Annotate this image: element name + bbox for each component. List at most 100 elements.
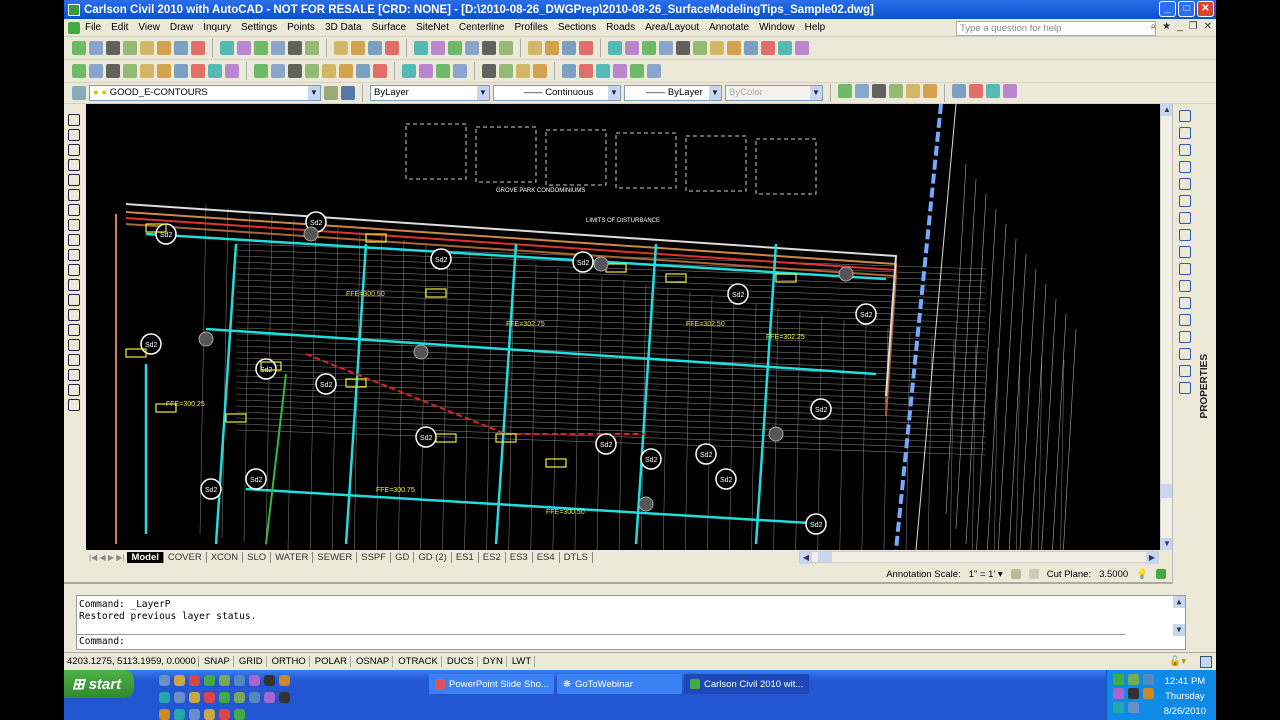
draw-tool-icon[interactable] [68,279,80,291]
tray-icon[interactable] [1128,688,1139,699]
quick-launch-icon[interactable] [219,675,230,686]
lightbulb-icon[interactable]: 💡 [1136,569,1148,580]
make-current-icon[interactable] [324,86,338,100]
toolbar-button-icon[interactable] [305,64,319,78]
toolbar-button-icon[interactable] [106,41,120,55]
toolbar-button-icon[interactable] [528,41,542,55]
annotation-visibility-icon[interactable] [1010,569,1021,579]
toolbar-button-icon[interactable] [545,41,559,55]
menu-view[interactable]: View [133,22,165,33]
toolbar-button-icon[interactable] [305,41,319,55]
tab-water[interactable]: WATER [271,552,314,563]
properties-palette-title[interactable]: PROPERTIES [1199,354,1210,418]
auto-scale-icon[interactable] [1028,569,1039,579]
menu-points[interactable]: Points [282,22,320,33]
toolbar-button-icon[interactable] [1003,84,1017,98]
quick-launch-icon[interactable] [159,675,170,686]
toolbar-button-icon[interactable] [625,41,639,55]
star-icon[interactable]: ★ [1162,21,1171,32]
toolbar-button-icon[interactable] [499,64,513,78]
toolbar-button-icon[interactable] [533,64,547,78]
toolbar-button-icon[interactable] [872,84,886,98]
menu-area-layout[interactable]: Area/Layout [640,22,704,33]
menu-window[interactable]: Window [754,22,800,33]
toolbar-button-icon[interactable] [453,64,467,78]
draw-tool-icon[interactable] [68,369,80,381]
toolbar-button-icon[interactable] [744,41,758,55]
toolbar-button-icon[interactable] [562,41,576,55]
toolbar-button-icon[interactable] [613,64,627,78]
quick-launch-icon[interactable] [234,692,245,703]
tab-dtls[interactable]: DTLS [560,552,593,563]
tab-gd[interactable]: GD [391,552,415,563]
quick-launch-icon[interactable] [219,709,230,720]
layer-dropdown[interactable]: ● ● GOOD_E-CONTOURS ▼ [89,85,321,101]
minimize-button[interactable]: _ [1159,1,1176,17]
toolbar-button-icon[interactable] [237,41,251,55]
menu-annotate[interactable]: Annotate [704,22,754,33]
modify-tool-icon[interactable] [1179,110,1191,122]
scroll-thumb[interactable] [818,552,832,562]
toolbar-button-icon[interactable] [465,41,479,55]
draw-tool-icon[interactable] [68,324,80,336]
draw-tool-icon[interactable] [68,204,80,216]
vertical-scrollbar[interactable]: ▲ ▼ [1160,104,1173,550]
toolbar-button-icon[interactable] [952,84,966,98]
menu-sitenet[interactable]: SiteNet [411,22,454,33]
toolbar-button-icon[interactable] [608,41,622,55]
annotation-scale-dropdown[interactable]: 1" = 1' ▾ [969,569,1003,580]
search-icon[interactable]: ⌕ [1151,21,1157,32]
drawing-canvas[interactable]: GROVE PARK CONDOMINIUMS LIMITS OF DISTURB… [86,104,1160,550]
draw-tool-icon[interactable] [68,384,80,396]
quick-launch-icon[interactable] [279,692,290,703]
toolbar-button-icon[interactable] [414,41,428,55]
draw-tool-icon[interactable] [68,339,80,351]
toolbar-button-icon[interactable] [373,64,387,78]
modify-tool-icon[interactable] [1179,280,1191,292]
menu-file[interactable]: File [80,22,106,33]
toolbar-button-icon[interactable] [642,41,656,55]
toolbar-button-icon[interactable] [727,41,741,55]
horizontal-scrollbar[interactable]: ◀ ▶ [799,551,1159,564]
quick-launch-icon[interactable] [234,675,245,686]
toggle-grid[interactable]: GRID [236,656,267,667]
tab-cover[interactable]: COVER [164,552,207,563]
toolbar-button-icon[interactable] [351,41,365,55]
toolbar-button-icon[interactable] [174,64,188,78]
toolbar-button-icon[interactable] [596,64,610,78]
modify-tool-icon[interactable] [1179,263,1191,275]
toolbar-button-icon[interactable] [385,41,399,55]
toolbar-button-icon[interactable] [322,64,336,78]
tray-icon[interactable] [1113,688,1124,699]
color-dropdown[interactable]: ByLayer ▼ [370,85,490,101]
quick-launch-icon[interactable] [204,709,215,720]
tray-settings-icon[interactable] [1156,569,1166,579]
draw-tool-icon[interactable] [68,309,80,321]
app-menu-icon[interactable] [68,21,80,34]
tab-es2[interactable]: ES2 [479,552,506,563]
toggle-osnap[interactable]: OSNAP [353,656,394,667]
toolbar-button-icon[interactable] [579,64,593,78]
tab-es4[interactable]: ES4 [533,552,560,563]
toolbar-button-icon[interactable] [106,64,120,78]
toolbar-button-icon[interactable] [220,41,234,55]
toolbar-button-icon[interactable] [969,84,983,98]
scroll-thumb[interactable] [1161,484,1172,498]
toolbar-button-icon[interactable] [334,41,348,55]
menu-centerline[interactable]: Centerline [454,22,510,33]
quick-launch-icon[interactable] [159,692,170,703]
tab-slo[interactable]: SLO [243,552,272,563]
toolbar-button-icon[interactable] [225,64,239,78]
toolbar-button-icon[interactable] [288,64,302,78]
draw-tool-icon[interactable] [68,219,80,231]
toolbar-button-icon[interactable] [693,41,707,55]
quick-launch-icon[interactable] [204,675,215,686]
task-gotowebinar[interactable]: ❋ GoToWebinar [557,674,682,694]
tab-sewer[interactable]: SEWER [313,552,358,563]
toolbar-button-icon[interactable] [157,64,171,78]
toolbar-button-icon[interactable] [254,64,268,78]
toolbar-button-icon[interactable] [436,64,450,78]
toolbar-button-icon[interactable] [676,41,690,55]
clean-screen-button[interactable] [1200,655,1212,668]
toolbar-button-icon[interactable] [431,41,445,55]
